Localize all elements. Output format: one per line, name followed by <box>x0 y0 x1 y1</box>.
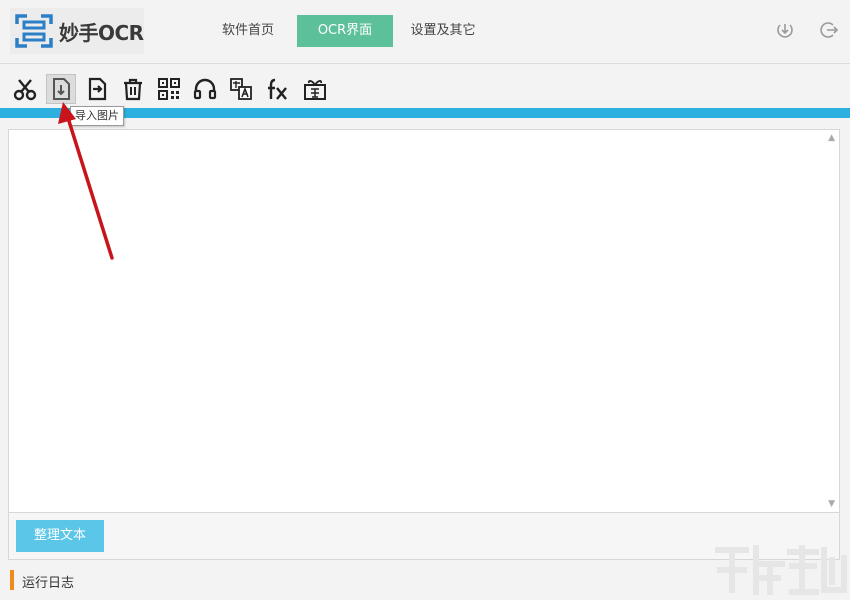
download-icon[interactable] <box>775 20 795 40</box>
tab-ocr[interactable]: OCR界面 <box>297 15 393 47</box>
delete-button[interactable] <box>118 74 148 104</box>
toolbar <box>0 66 850 108</box>
reward-gift-icon <box>304 80 326 100</box>
app-header: 妙手OCR 软件首页 OCR界面 设置及其它 <box>0 0 850 64</box>
screenshot-tool-button[interactable] <box>10 74 40 104</box>
scroll-up-icon[interactable]: ▲ <box>828 133 835 143</box>
trash-icon <box>124 78 142 101</box>
import-image-icon <box>53 78 70 100</box>
ocr-result-textarea[interactable]: ▲ ▼ <box>8 129 840 513</box>
scroll-down-icon[interactable]: ▼ <box>828 499 835 509</box>
log-label: 运行日志 <box>22 576 75 591</box>
export-file-icon <box>88 77 107 101</box>
log-marker <box>10 570 14 590</box>
translate-icon <box>230 78 252 100</box>
app-logo: 妙手OCR <box>10 8 144 54</box>
headset-icon <box>193 78 217 100</box>
import-image-button[interactable] <box>46 74 76 104</box>
export-file-button[interactable] <box>82 74 112 104</box>
qr-code-button[interactable] <box>154 74 184 104</box>
import-image-tooltip: 导入图片 <box>70 106 124 126</box>
toolbar-divider <box>0 108 850 118</box>
exit-icon[interactable] <box>819 20 839 40</box>
reward-button[interactable] <box>300 74 330 104</box>
scissors-icon <box>13 79 37 101</box>
translate-button[interactable] <box>226 74 256 104</box>
tab-home[interactable]: 软件首页 <box>205 15 291 47</box>
app-logo-text: 妙手OCR <box>59 20 144 45</box>
tab-settings[interactable]: 设置及其它 <box>398 15 488 47</box>
arrange-text-button[interactable]: 整理文本 <box>16 520 104 552</box>
formula-icon <box>268 78 287 100</box>
formula-button[interactable] <box>262 74 292 104</box>
watermark-logo-icon <box>715 545 847 595</box>
ocr-logo-icon <box>15 14 53 48</box>
speech-button[interactable] <box>190 74 220 104</box>
qr-code-icon <box>158 78 180 100</box>
